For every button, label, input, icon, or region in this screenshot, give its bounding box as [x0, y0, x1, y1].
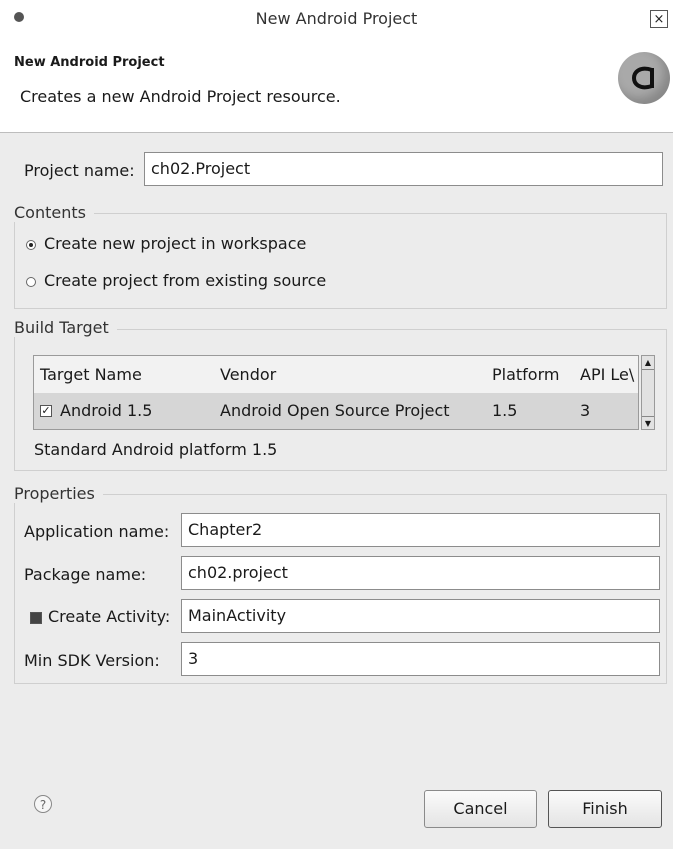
- title-bar: New Android Project ×: [0, 0, 673, 38]
- package-name-input[interactable]: ch02.project: [181, 556, 660, 590]
- radio-create-from-existing[interactable]: Create project from existing source: [26, 271, 366, 295]
- table-row[interactable]: ✓ Android 1.5 Android Open Source Projec…: [34, 393, 638, 429]
- radio-create-new-project-label: Create new project in workspace: [44, 234, 307, 253]
- cell-platform: 1.5: [492, 401, 518, 420]
- wizard-header: [0, 38, 673, 132]
- finish-button[interactable]: Finish: [548, 790, 662, 828]
- radio-selected-icon[interactable]: [26, 240, 36, 250]
- contents-group-title: Contents: [14, 203, 94, 222]
- column-header-target-name[interactable]: Target Name: [40, 365, 142, 384]
- project-name-label: Project name:: [24, 161, 135, 180]
- target-checkbox[interactable]: ✓: [40, 405, 52, 417]
- window-title: New Android Project: [255, 9, 418, 28]
- min-sdk-label: Min SDK Version:: [24, 651, 160, 670]
- build-target-description: Standard Android platform 1.5: [34, 440, 278, 459]
- cell-api-level: 3: [580, 401, 591, 420]
- column-header-api-level[interactable]: API Le\: [580, 365, 638, 384]
- table-header: Target Name Vendor Platform API Le\: [34, 356, 638, 394]
- min-sdk-input[interactable]: 3: [181, 642, 660, 676]
- radio-create-from-existing-label: Create project from existing source: [44, 271, 327, 290]
- application-name-input[interactable]: Chapter2: [181, 513, 660, 547]
- create-activity-input[interactable]: MainActivity: [181, 599, 660, 633]
- column-header-vendor[interactable]: Vendor: [220, 365, 276, 384]
- application-name-label: Application name:: [24, 522, 170, 541]
- create-activity-label: Create Activity:: [48, 607, 171, 626]
- help-icon[interactable]: ?: [34, 795, 52, 813]
- radio-unselected-icon[interactable]: [26, 277, 36, 287]
- build-target-table: Target Name Vendor Platform API Le\ ✓ An…: [33, 355, 639, 430]
- cell-target-name: Android 1.5: [60, 401, 153, 420]
- wizard-header-description: Creates a new Android Project resource.: [20, 87, 341, 106]
- cell-vendor: Android Open Source Project: [220, 401, 450, 420]
- table-scrollbar[interactable]: ▲ ▼: [641, 355, 655, 430]
- column-header-platform[interactable]: Platform: [492, 365, 559, 384]
- scroll-down-arrow-icon[interactable]: ▼: [642, 416, 654, 430]
- properties-group-title: Properties: [14, 484, 103, 503]
- android-wizard-logo-icon: [618, 52, 670, 104]
- scroll-up-arrow-icon[interactable]: ▲: [642, 356, 654, 370]
- project-name-input[interactable]: ch02.Project: [144, 152, 663, 186]
- create-activity-checkbox[interactable]: Create Activity:: [30, 607, 180, 629]
- close-button[interactable]: ×: [650, 10, 668, 28]
- checkbox-checked-icon[interactable]: [30, 612, 42, 624]
- radio-create-new-project[interactable]: Create new project in workspace: [26, 234, 366, 258]
- wizard-header-title: New Android Project: [14, 55, 165, 70]
- cancel-button[interactable]: Cancel: [424, 790, 537, 828]
- build-target-group-title: Build Target: [14, 318, 117, 337]
- package-name-label: Package name:: [24, 565, 147, 584]
